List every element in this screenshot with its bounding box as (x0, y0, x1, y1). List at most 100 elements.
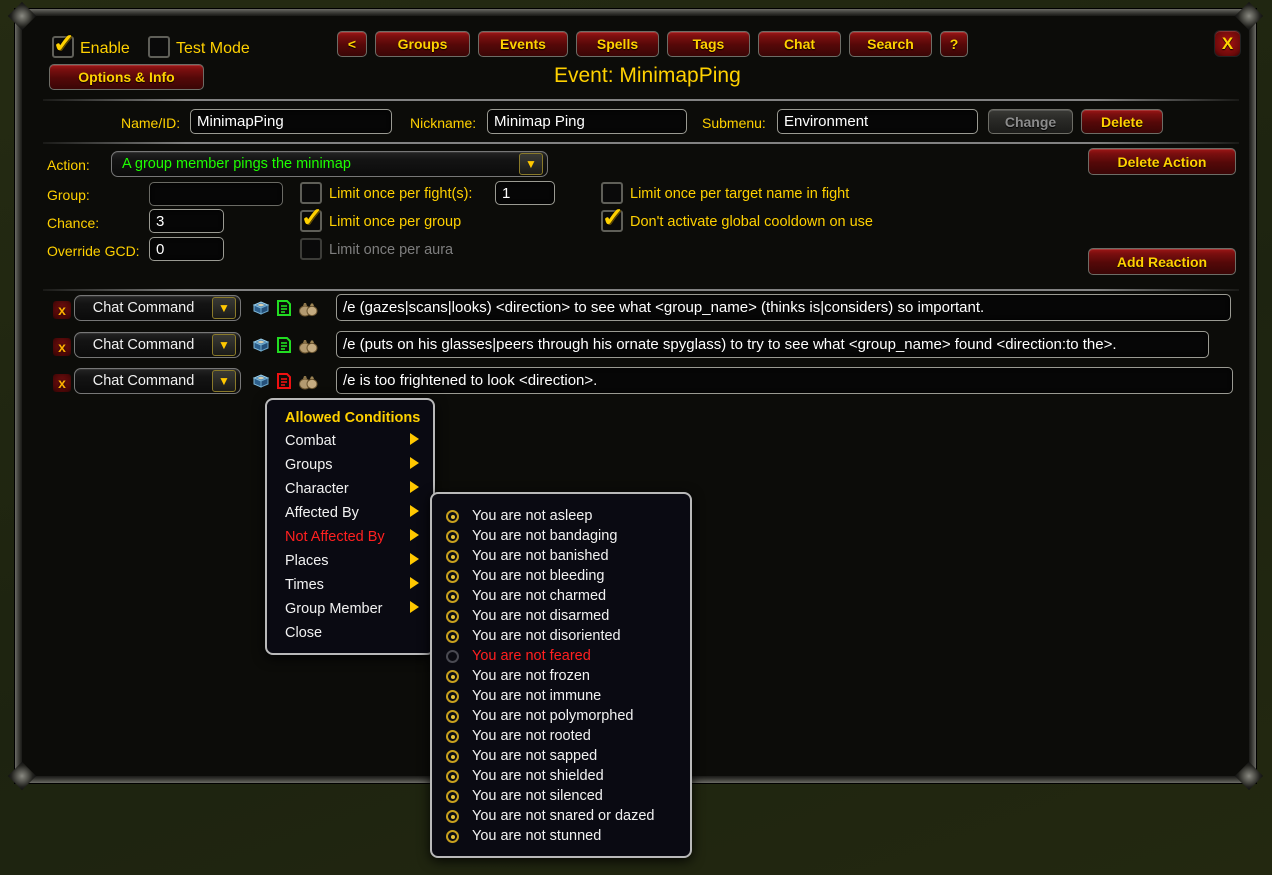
enable-checkbox[interactable]: ✓ (52, 30, 75, 58)
submenu-items: You are not asleep You are not bandaging Y… (432, 506, 690, 846)
menu-item-label: Character (285, 481, 349, 497)
enable-checkmark-icon: ✓ (52, 28, 76, 58)
nav-groups-button[interactable]: Groups (375, 31, 470, 57)
menu-item-times[interactable]: Times (267, 573, 433, 597)
submenu-item-you-are-not-bleeding[interactable]: You are not bleeding (432, 566, 690, 586)
nav-back-button[interactable]: < (337, 31, 367, 57)
submenu-item-you-are-not-disoriented[interactable]: You are not disoriented (432, 626, 690, 646)
submenu-item-label: You are not asleep (472, 508, 593, 524)
radio-button-icon[interactable] (446, 730, 459, 743)
document-icon[interactable] (275, 372, 293, 390)
submenu-item-you-are-not-stunned[interactable]: You are not stunned (432, 826, 690, 846)
limit-per-target-checkbox[interactable] (601, 182, 623, 204)
radio-button-icon[interactable] (446, 830, 459, 843)
submenu-arrow-icon (410, 457, 419, 469)
radio-button-icon[interactable] (446, 750, 459, 763)
radio-button-icon[interactable] (446, 770, 459, 783)
frame-top-edge (21, 9, 1250, 16)
remove-reaction-button[interactable]: x (53, 338, 71, 356)
test-mode-checkbox[interactable] (148, 36, 170, 58)
submenu-item-you-are-not-frozen[interactable]: You are not frozen (432, 666, 690, 686)
change-button[interactable]: Change (988, 109, 1073, 134)
menu-item-groups[interactable]: Groups (267, 453, 433, 477)
nav-spells-button[interactable]: Spells (576, 31, 659, 57)
money-bag-icon[interactable] (298, 336, 318, 354)
submenu-item-you-are-not-banished[interactable]: You are not banished (432, 546, 690, 566)
submenu-item-you-are-not-feared[interactable]: You are not feared (432, 646, 690, 666)
nav-search-button[interactable]: Search (849, 31, 932, 57)
radio-button-icon[interactable] (446, 610, 459, 623)
group-label: Group: (47, 187, 90, 203)
reaction-text-input[interactable]: /e is too frightened to look <direction>… (336, 367, 1233, 394)
radio-button-icon[interactable] (446, 630, 459, 643)
nav-help-button[interactable]: ? (940, 31, 968, 57)
document-icon[interactable] (275, 336, 293, 354)
chance-input[interactable]: 3 (149, 209, 224, 233)
limit-per-group-checkbox[interactable]: ✓ (300, 204, 323, 232)
nav-tags-button[interactable]: Tags (667, 31, 750, 57)
menu-item-group-member[interactable]: Group Member (267, 597, 433, 621)
reaction-type-dropdown[interactable]: Chat Command ▼ (74, 295, 241, 321)
radio-button-icon[interactable] (446, 690, 459, 703)
chevron-down-icon: ▼ (519, 153, 543, 175)
book-icon[interactable] (252, 372, 270, 390)
submenu-item-you-are-not-polymorphed[interactable]: You are not polymorphed (432, 706, 690, 726)
group-input[interactable] (149, 182, 283, 206)
submenu-item-you-are-not-bandaging[interactable]: You are not bandaging (432, 526, 690, 546)
menu-item-affected-by[interactable]: Affected By (267, 501, 433, 525)
reaction-type-dropdown[interactable]: Chat Command ▼ (74, 332, 241, 358)
radio-button-icon[interactable] (446, 670, 459, 683)
action-dropdown[interactable]: A group member pings the minimap ▼ (111, 151, 548, 177)
submenu-item-you-are-not-disarmed[interactable]: You are not disarmed (432, 606, 690, 626)
delete-action-button[interactable]: Delete Action (1088, 148, 1236, 175)
submenu-item-you-are-not-silenced[interactable]: You are not silenced (432, 786, 690, 806)
document-icon[interactable] (275, 299, 293, 317)
name-id-input[interactable]: MinimapPing (190, 109, 392, 134)
menu-item-character[interactable]: Character (267, 477, 433, 501)
remove-reaction-button[interactable]: x (53, 374, 71, 392)
radio-button-icon[interactable] (446, 810, 459, 823)
submenu-item-you-are-not-immune[interactable]: You are not immune (432, 686, 690, 706)
money-bag-icon[interactable] (298, 372, 318, 390)
override-gcd-input[interactable]: 0 (149, 237, 224, 261)
money-bag-icon[interactable] (298, 299, 318, 317)
menu-item-combat[interactable]: Combat (267, 429, 433, 453)
delete-button[interactable]: Delete (1081, 109, 1163, 134)
options-info-button[interactable]: Options & Info (49, 64, 204, 90)
no-global-cooldown-checkbox[interactable]: ✓ (601, 204, 624, 232)
submenu-input[interactable]: Environment (777, 109, 978, 134)
book-icon[interactable] (252, 336, 270, 354)
menu-item-places[interactable]: Places (267, 549, 433, 573)
submenu-item-you-are-not-sapped[interactable]: You are not sapped (432, 746, 690, 766)
radio-button-icon[interactable] (446, 650, 459, 663)
submenu-item-you-are-not-shielded[interactable]: You are not shielded (432, 766, 690, 786)
radio-button-icon[interactable] (446, 570, 459, 583)
submenu-item-label: You are not shielded (472, 768, 604, 784)
not-affected-by-submenu: You are not asleep You are not bandaging Y… (430, 492, 692, 858)
add-reaction-button[interactable]: Add Reaction (1088, 248, 1236, 275)
close-button[interactable]: X (1214, 30, 1241, 57)
limit-per-fight-checkbox[interactable] (300, 182, 322, 204)
menu-item-close[interactable]: Close (267, 621, 433, 645)
reaction-text-input[interactable]: /e (puts on his glasses|peers through hi… (336, 331, 1209, 358)
reaction-text-input[interactable]: /e (gazes|scans|looks) <direction> to se… (336, 294, 1231, 321)
reaction-type-dropdown[interactable]: Chat Command ▼ (74, 368, 241, 394)
limit-per-fight-input[interactable]: 1 (495, 181, 555, 205)
submenu-item-you-are-not-snared-or-dazed[interactable]: You are not snared or dazed (432, 806, 690, 826)
nav-events-button[interactable]: Events (478, 31, 568, 57)
menu-item-not-affected-by[interactable]: Not Affected By (267, 525, 433, 549)
radio-button-icon[interactable] (446, 710, 459, 723)
nav-chat-button[interactable]: Chat (758, 31, 841, 57)
radio-button-icon[interactable] (446, 510, 459, 523)
submenu-item-you-are-not-charmed[interactable]: You are not charmed (432, 586, 690, 606)
radio-button-icon[interactable] (446, 550, 459, 563)
radio-button-icon[interactable] (446, 790, 459, 803)
nickname-input[interactable]: Minimap Ping (487, 109, 687, 134)
remove-reaction-button[interactable]: x (53, 301, 71, 319)
book-icon[interactable] (252, 299, 270, 317)
submenu-item-you-are-not-asleep[interactable]: You are not asleep (432, 506, 690, 526)
limit-per-aura-checkbox[interactable] (300, 238, 322, 260)
submenu-item-you-are-not-rooted[interactable]: You are not rooted (432, 726, 690, 746)
radio-button-icon[interactable] (446, 530, 459, 543)
radio-button-icon[interactable] (446, 590, 459, 603)
